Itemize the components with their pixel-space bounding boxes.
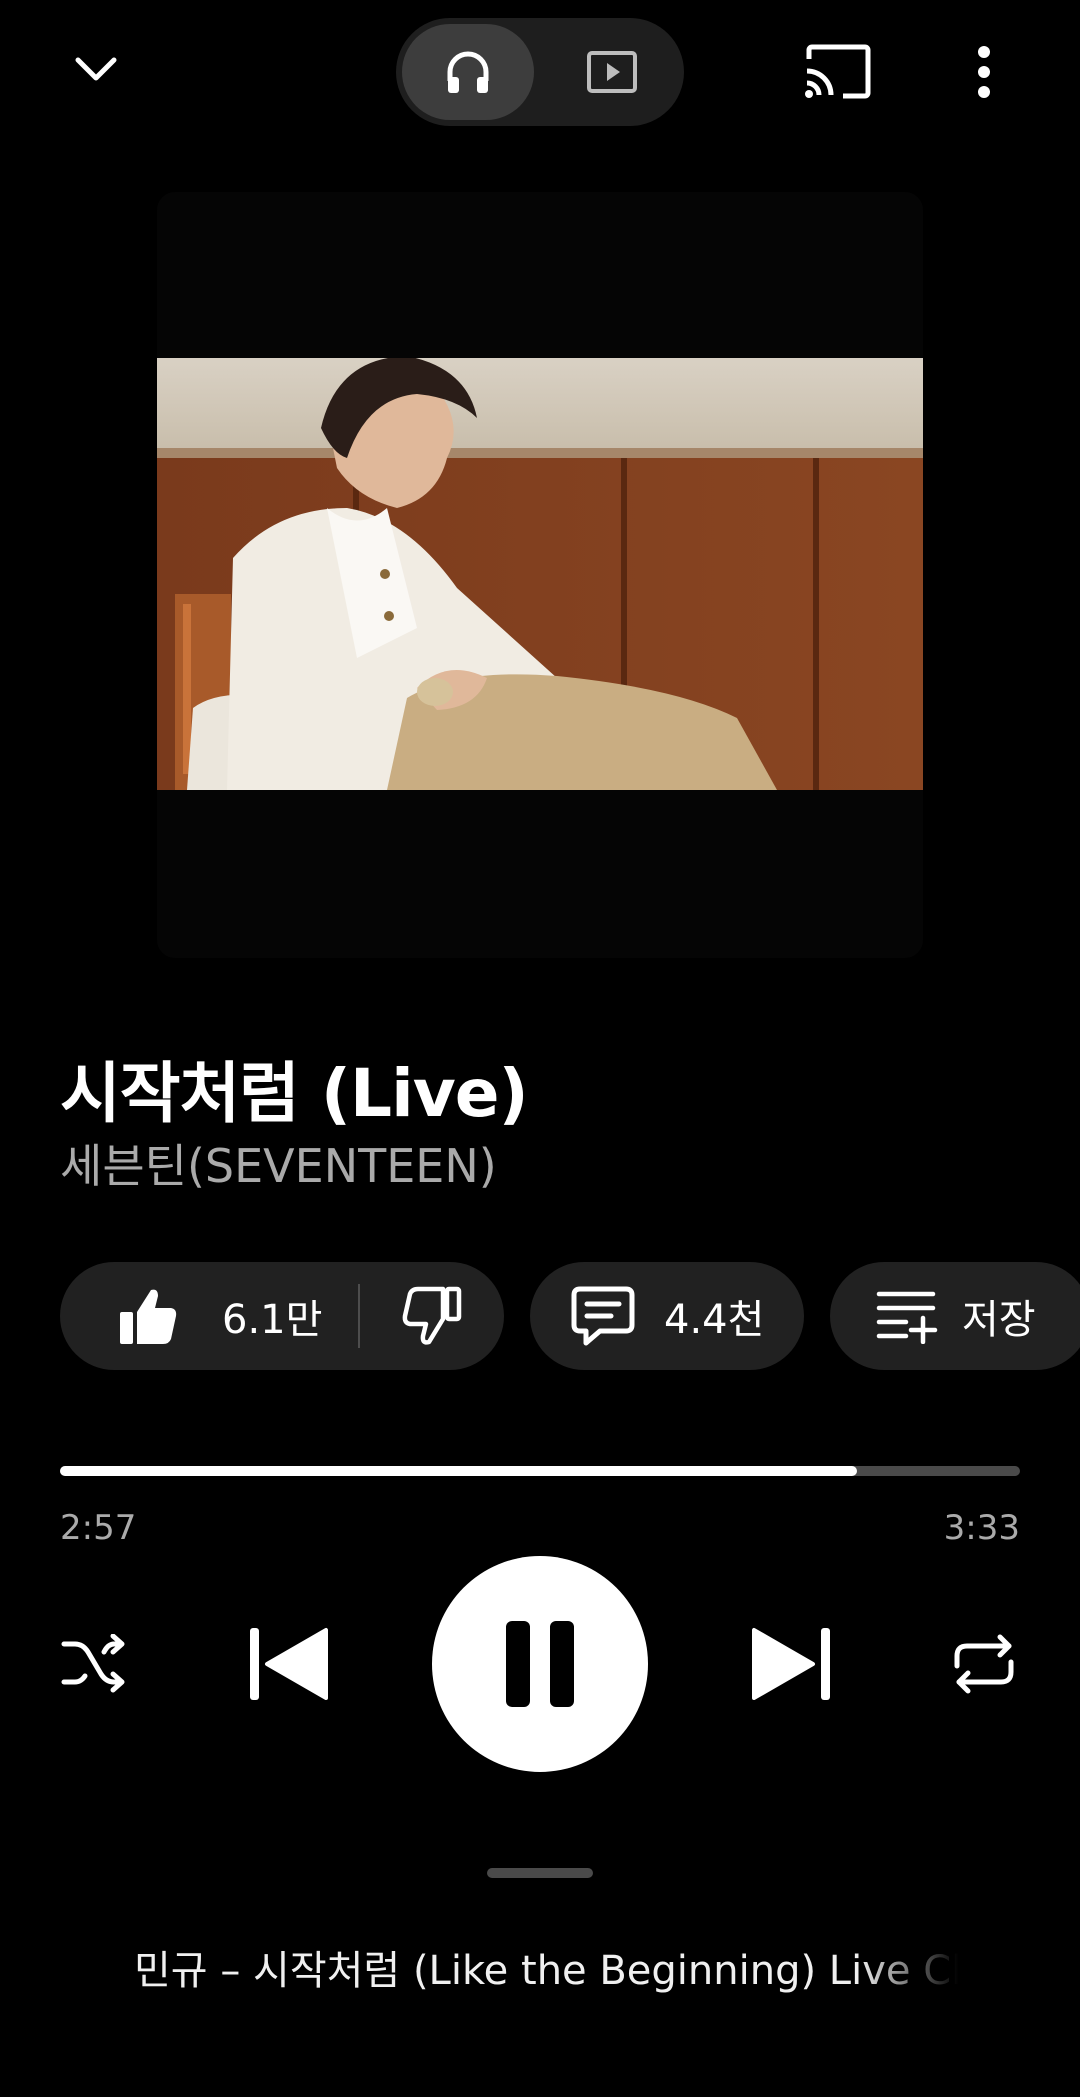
pause-icon bbox=[506, 1621, 574, 1707]
elapsed-time: 2:57 bbox=[60, 1508, 137, 1548]
like-count: 6.1만 bbox=[222, 1297, 323, 1343]
dislike-button[interactable] bbox=[360, 1262, 504, 1370]
comments-button[interactable]: 4.4천 bbox=[530, 1262, 804, 1370]
shuffle-button[interactable] bbox=[54, 1616, 134, 1712]
bottom-sheet-handle[interactable] bbox=[487, 1868, 593, 1878]
collapse-button[interactable] bbox=[56, 30, 136, 110]
cast-icon bbox=[805, 44, 871, 99]
more-options-button[interactable] bbox=[950, 32, 1018, 112]
like-dislike-pill: 6.1만 bbox=[60, 1262, 504, 1370]
audio-mode-button[interactable] bbox=[402, 24, 534, 120]
pause-button[interactable] bbox=[432, 1556, 648, 1772]
save-button[interactable]: 저장 bbox=[830, 1262, 1080, 1370]
playlist-add-icon bbox=[876, 1291, 938, 1344]
thumbs-down-icon bbox=[402, 1286, 462, 1345]
shuffle-icon bbox=[61, 1634, 125, 1693]
video-thumbnail bbox=[157, 358, 923, 790]
skip-previous-icon bbox=[250, 1628, 328, 1700]
progress-bar[interactable] bbox=[60, 1466, 1020, 1476]
artist-name[interactable]: 세븐틴(SEVENTEEN) bbox=[60, 1130, 497, 1196]
previous-button[interactable] bbox=[236, 1614, 340, 1714]
comment-icon bbox=[571, 1286, 635, 1346]
skip-next-icon bbox=[752, 1628, 830, 1700]
video-mode-button[interactable] bbox=[546, 24, 678, 120]
repeat-icon bbox=[954, 1634, 1014, 1694]
song-title: 시작처럼 (Live) bbox=[60, 1055, 529, 1132]
thumbs-up-icon bbox=[120, 1289, 177, 1344]
comment-count: 4.4천 bbox=[664, 1297, 765, 1343]
more-vert-icon bbox=[978, 46, 990, 98]
chevron-down-icon bbox=[75, 57, 117, 81]
total-duration: 3:33 bbox=[943, 1508, 1020, 1548]
next-button[interactable] bbox=[740, 1614, 844, 1714]
headphones-icon bbox=[447, 51, 489, 93]
repeat-button[interactable] bbox=[942, 1616, 1026, 1712]
cast-button[interactable] bbox=[796, 32, 880, 112]
up-next-title[interactable]: 민규 – 시작처럼 (Like the Beginning) Live Clip bbox=[134, 1938, 958, 1996]
album-art[interactable] bbox=[157, 192, 923, 958]
video-icon bbox=[587, 51, 637, 93]
progress-fill bbox=[60, 1466, 857, 1476]
save-label: 저장 bbox=[962, 1297, 1036, 1343]
audio-video-toggle bbox=[396, 18, 684, 126]
like-button[interactable]: 6.1만 bbox=[60, 1262, 358, 1370]
